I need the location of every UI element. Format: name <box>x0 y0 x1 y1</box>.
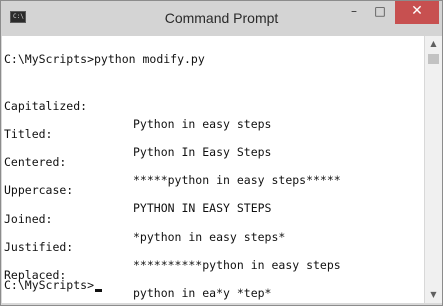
output-row: Capitalized: Python in easy steps <box>4 79 271 131</box>
output-value: PYTHON IN EASY STEPS <box>133 201 272 215</box>
output-value: python in ea*y *tep* <box>133 286 272 300</box>
minimize-button[interactable]: – <box>341 1 367 24</box>
scrollbar-thumb[interactable] <box>428 54 439 64</box>
console-output[interactable]: C:\MyScripts>python modify.py Capitalize… <box>2 36 424 303</box>
output-row: Replaced: python in ea*y *tep* <box>4 248 271 300</box>
command-line: C:\MyScripts>python modify.py <box>4 52 205 66</box>
output-row: Titled: Python In Easy Steps <box>4 107 271 159</box>
output-row: Joined: *python in easy steps* <box>4 192 285 244</box>
scroll-up-arrow-icon[interactable]: ▲ <box>425 36 442 52</box>
close-button[interactable]: ✕ <box>395 1 439 24</box>
output-value: **********python in easy steps <box>133 258 341 272</box>
output-value: Python In Easy Steps <box>133 145 272 159</box>
output-row: Centered: *****python in easy steps***** <box>4 135 341 187</box>
output-value: Python in easy steps <box>133 117 272 131</box>
scroll-down-arrow-icon[interactable]: ▼ <box>425 287 442 303</box>
prompt-line[interactable]: C:\MyScripts> <box>4 276 103 294</box>
output-value: *python in easy steps* <box>133 230 286 244</box>
title-bar[interactable]: C:\ Command Prompt – □ ✕ <box>1 1 442 36</box>
prompt-text: C:\MyScripts> <box>4 278 95 292</box>
vertical-scrollbar[interactable]: ▲ ▼ <box>424 36 442 303</box>
text-cursor <box>95 289 103 292</box>
output-value: *****python in easy steps***** <box>133 173 341 187</box>
command-prompt-window: C:\ Command Prompt – □ ✕ C:\MyScripts>py… <box>0 0 443 306</box>
output-row: Justified: **********python in easy step… <box>4 220 341 272</box>
output-row: Uppercase: PYTHON IN EASY STEPS <box>4 163 271 215</box>
maximize-button[interactable]: □ <box>367 1 393 24</box>
